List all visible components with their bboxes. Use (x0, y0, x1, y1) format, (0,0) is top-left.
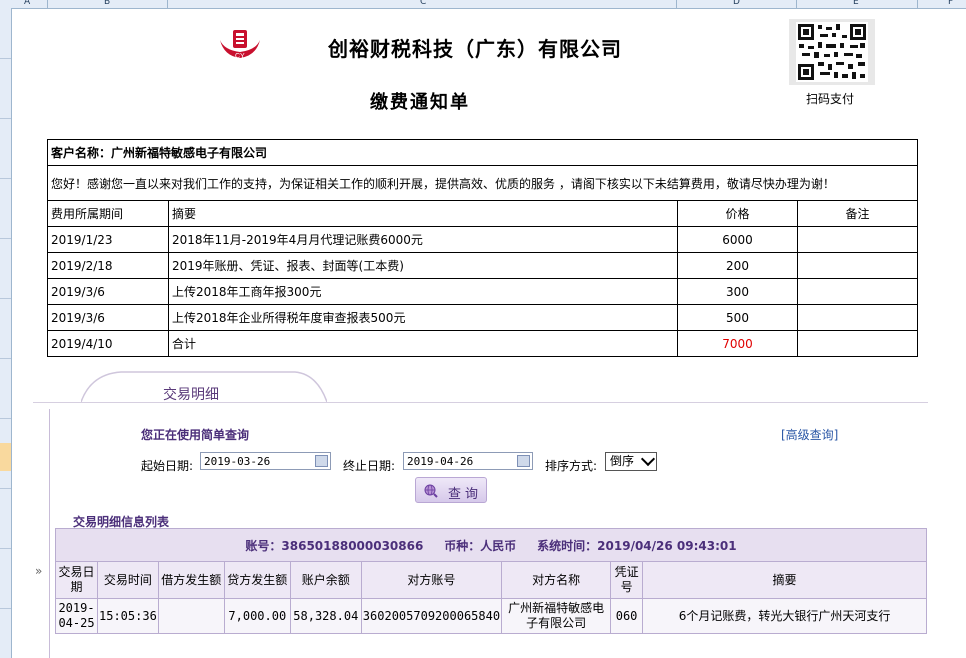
row-period: 2019/3/6 (47, 278, 169, 305)
simple-query-label: 您正在使用简单查询 (141, 428, 250, 442)
column-c-header[interactable]: C (420, 0, 426, 7)
cell-cp-account: 3602005709200065840 (360, 598, 503, 634)
company-logo: CY (216, 26, 264, 62)
customer-label: 客户名称： (51, 146, 112, 160)
qr-label: 扫码支付 (806, 92, 855, 106)
col-debit: 借方发生额 (157, 561, 225, 599)
cell-balance: 58,328.04 (289, 598, 362, 634)
total-price: 7000 (677, 330, 798, 357)
row-note (797, 226, 918, 253)
greeting-row: 您好！感谢您一直以来对我们工作的支持，为保证相关工作的顺利开展，提供高效、优质的… (47, 165, 918, 201)
row-period: 2019/4/10 (47, 330, 169, 357)
column-b-header[interactable]: B (104, 0, 110, 7)
bank-transaction-panel: 交易明细 您正在使用简单查询 [高级查询] 起始日期: 2019-03-26 终… (33, 368, 928, 658)
row-desc: 上传2018年工商年报300元 (168, 278, 678, 305)
table-row[interactable]: 2019-04-25 15:05:36 7,000.00 58,328.04 3… (55, 598, 927, 634)
qr-code-image (789, 19, 875, 85)
advanced-query-link[interactable]: [高级查询] (781, 426, 838, 443)
row-note (797, 330, 918, 357)
account-info-row: 账号：38650188000030866 币种：人民币 系统时间：2019/04… (55, 528, 927, 562)
cell-voucher: 060 (610, 598, 644, 634)
invoice-header-row: 费用所属期间 摘要 价格 备注 (47, 200, 918, 227)
cell-debit (157, 598, 225, 634)
row-desc: 2019年账册、凭证、报表、封面等(工本费) (168, 252, 678, 279)
cell-time: 15:05:36 (97, 598, 159, 634)
transaction-table: 账号：38650188000030866 币种：人民币 系统时间：2019/04… (55, 528, 927, 634)
invoice-row: 2019/1/23 2018年11月-2019年4月月代理记账费6000元 60… (47, 226, 918, 253)
customer-name: 广州新福特敏感电子有限公司 (111, 146, 268, 160)
chevron-down-icon (640, 451, 656, 467)
customer-row: 客户名称：广州新福特敏感电子有限公司 (47, 139, 918, 166)
cell-credit: 7,000.00 (223, 598, 291, 634)
col-credit: 贷方发生额 (223, 561, 291, 599)
row-note (797, 304, 918, 331)
row-price: 200 (677, 252, 798, 279)
invoice-row: 2019/3/6 上传2018年工商年报300元 300 (47, 278, 918, 305)
column-a-header[interactable]: A (24, 0, 30, 7)
account-label: 账号： (245, 538, 282, 553)
company-name: 创裕财税科技（广东）有限公司 (328, 37, 622, 61)
invoice-row: 2019/3/6 上传2018年企业所得税年度审查报表500元 500 (47, 304, 918, 331)
row-period: 2019/3/6 (47, 304, 169, 331)
cell-cp-name: 广州新福特敏感电子有限公司 (501, 598, 612, 634)
column-header-bar: A B C D E F (0, 0, 966, 9)
query-button[interactable]: 查询 (415, 477, 487, 503)
system-time-label: 系统时间： (537, 538, 598, 553)
invoice-row: 2019/2/18 2019年账册、凭证、报表、封面等(工本费) 200 (47, 252, 918, 279)
calendar-icon[interactable] (517, 455, 530, 467)
currency-label: 币种： (444, 538, 481, 553)
row-desc: 合计 (168, 330, 678, 357)
header-desc: 摘要 (168, 200, 678, 227)
col-cp-account: 对方账号 (360, 561, 503, 599)
cell-date: 2019-04-25 (55, 598, 98, 634)
invoice-total-row: 2019/4/10 合计 7000 (47, 330, 918, 357)
column-e-header[interactable]: E (853, 0, 859, 7)
account-number: 38650188000030866 (281, 538, 424, 553)
col-trade-time: 交易时间 (97, 561, 159, 599)
row-period: 2019/2/18 (47, 252, 169, 279)
header-price: 价格 (677, 200, 798, 227)
row-desc: 2018年11月-2019年4月月代理记账费6000元 (168, 226, 678, 253)
col-balance: 账户余额 (289, 561, 362, 599)
row-price: 300 (677, 278, 798, 305)
col-voucher: 凭证号 (610, 561, 644, 599)
col-trade-date: 交易日期 (55, 561, 98, 599)
row-note (797, 252, 918, 279)
globe-search-icon (424, 484, 438, 498)
row-header-bar (0, 8, 12, 658)
greeting-text: 您好！感谢您一直以来对我们工作的支持，为保证相关工作的顺利开展，提供高效、优质的… (47, 165, 918, 201)
end-date-input[interactable]: 2019-04-26 (403, 452, 533, 470)
end-date-label: 终止日期: (343, 459, 396, 473)
selected-row-header[interactable] (0, 443, 11, 471)
row-price: 500 (677, 304, 798, 331)
start-date-label: 起始日期: (141, 459, 194, 473)
table-header-row: 交易日期 交易时间 借方发生额 贷方发生额 账户余额 对方账号 对方名称 凭证号… (55, 561, 927, 599)
sort-label: 排序方式: (545, 459, 598, 473)
currency-value: 人民币 (480, 538, 517, 553)
calendar-icon[interactable] (315, 455, 328, 467)
col-cp-name: 对方名称 (501, 561, 612, 599)
row-period: 2019/1/23 (47, 226, 169, 253)
column-f-header[interactable]: F (948, 0, 953, 7)
start-date-input[interactable]: 2019-03-26 (200, 452, 331, 470)
header-period: 费用所属期间 (47, 200, 169, 227)
invoice-table: 客户名称：广州新福特敏感电子有限公司 您好！感谢您一直以来对我们工作的支持，为保… (47, 139, 918, 357)
header-note: 备注 (797, 200, 918, 227)
tab-transaction-detail[interactable]: 交易明细 (163, 384, 219, 404)
expand-icon[interactable]: » (35, 564, 42, 578)
svg-text:CY: CY (235, 53, 245, 60)
col-memo: 摘要 (642, 561, 927, 599)
row-desc: 上传2018年企业所得税年度审查报表500元 (168, 304, 678, 331)
row-price: 6000 (677, 226, 798, 253)
sort-select[interactable]: 倒序 (605, 451, 657, 471)
system-time-value: 2019/04/26 09:43:01 (597, 538, 737, 553)
document-title: 缴费通知单 (370, 92, 470, 113)
row-note (797, 278, 918, 305)
column-d-header[interactable]: D (733, 0, 740, 7)
cell-memo: 6个月记账费，转光大银行广州天河支行 (642, 598, 927, 634)
